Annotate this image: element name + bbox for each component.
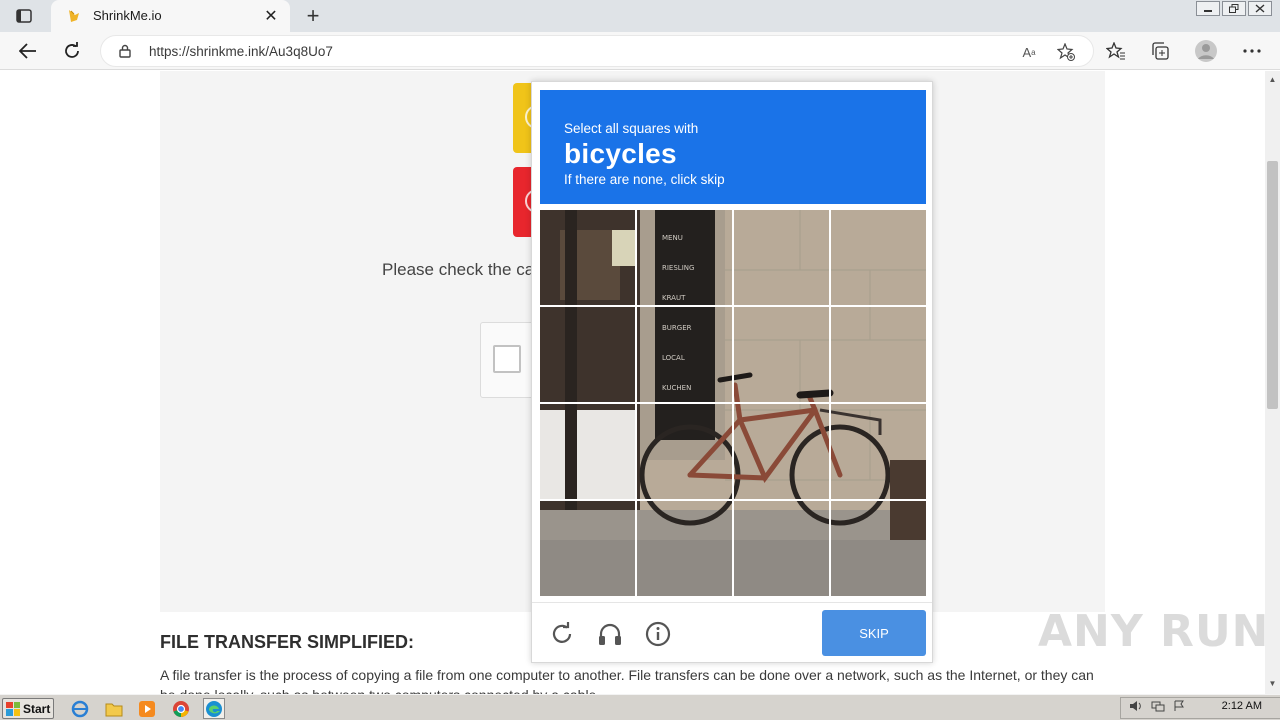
ad-button-red[interactable] (513, 167, 549, 237)
grid-tile[interactable] (734, 501, 829, 596)
page-scrollbar[interactable]: ▲ ▼ (1265, 71, 1280, 694)
captcha-challenge: Select all squares with bicycles If ther… (531, 81, 933, 663)
lock-icon[interactable] (118, 44, 132, 58)
network-icon[interactable] (1151, 699, 1165, 717)
tile-image (540, 501, 635, 596)
section-heading: FILE TRANSFER SIMPLIFIED: (160, 632, 414, 652)
grid-tile[interactable] (540, 501, 635, 596)
browser-toolbar: https://shrinkme.ink/Au3q8Uo7 Aa (0, 32, 1280, 70)
minimize-icon[interactable] (1196, 1, 1220, 16)
new-tab-button[interactable]: + (300, 3, 326, 28)
start-label: Start (23, 701, 51, 716)
volume-icon[interactable] (1129, 699, 1143, 717)
grid-tile[interactable] (734, 307, 829, 402)
grid-tile[interactable] (637, 210, 732, 305)
tile-image (637, 210, 732, 305)
tile-image (637, 307, 732, 402)
taskbar: Start 2:12 AM (0, 694, 1280, 720)
tile-image (637, 404, 732, 499)
info-icon[interactable] (643, 619, 673, 649)
tile-image (734, 404, 829, 499)
clock: 2:12 AM (1221, 700, 1262, 712)
grid-tile[interactable] (831, 210, 926, 305)
prompt-hint: If there are none, click skip (564, 172, 725, 187)
grid-tile[interactable] (637, 501, 732, 596)
grid-tile[interactable] (734, 404, 829, 499)
tile-image (540, 210, 635, 305)
edge-icon[interactable] (203, 698, 225, 719)
captcha-widget (480, 322, 535, 398)
folder-icon[interactable] (103, 698, 125, 719)
grid-tile[interactable] (637, 404, 732, 499)
url-text[interactable]: https://shrinkme.ink/Au3q8Uo7 (149, 44, 333, 59)
collections-icon[interactable] (1145, 36, 1175, 66)
audio-challenge-icon[interactable] (595, 619, 625, 649)
start-button[interactable]: Start (2, 698, 54, 719)
grid-tile[interactable] (831, 501, 926, 596)
grid-tile[interactable] (540, 307, 635, 402)
windows-flag-icon (6, 701, 20, 716)
favicon-icon (69, 10, 79, 22)
image-grid (540, 210, 926, 596)
grid-tile[interactable] (637, 307, 732, 402)
tile-image (540, 404, 635, 499)
ie-icon[interactable] (69, 698, 91, 719)
grid-tile[interactable] (831, 404, 926, 499)
tab-title: ShrinkMe.io (93, 8, 162, 23)
more-icon[interactable] (1237, 36, 1267, 66)
anyrun-watermark: ANY RUN (1038, 606, 1270, 657)
captcha-checkbox[interactable] (493, 345, 521, 373)
back-icon[interactable] (13, 36, 43, 66)
media-icon[interactable] (136, 698, 158, 719)
window-controls (1196, 1, 1272, 16)
profile-icon[interactable] (1191, 36, 1221, 66)
tile-image (734, 501, 829, 596)
grid-tile[interactable] (540, 404, 635, 499)
captcha-instruction: Please check the ca (382, 260, 532, 279)
grid-tile[interactable] (734, 210, 829, 305)
add-favorite-icon[interactable] (1056, 42, 1076, 62)
tile-image (831, 307, 926, 402)
challenge-prompt: Select all squares with bicycles If ther… (540, 90, 926, 204)
tile-image (831, 501, 926, 596)
tile-image (831, 404, 926, 499)
close-window-icon[interactable] (1248, 1, 1272, 16)
prompt-target: bicycles (564, 138, 677, 169)
tile-image (637, 501, 732, 596)
scroll-thumb[interactable] (1267, 161, 1278, 409)
scroll-up-icon[interactable]: ▲ (1268, 75, 1277, 84)
tile-image (831, 210, 926, 305)
tile-image (734, 210, 829, 305)
action-center-icon[interactable] (1173, 699, 1185, 717)
ad-button-yellow[interactable] (513, 83, 549, 153)
scroll-down-icon[interactable]: ▼ (1268, 679, 1277, 688)
reload-challenge-icon[interactable] (547, 619, 577, 649)
browser-tab[interactable]: ShrinkMe.io ✕ (51, 0, 290, 32)
read-aloud-icon[interactable]: Aa (1019, 42, 1039, 62)
prompt-instruction: Select all squares with (564, 121, 699, 136)
tile-image (540, 307, 635, 402)
grid-tile[interactable] (831, 307, 926, 402)
tab-bar: ShrinkMe.io ✕ + (0, 0, 1280, 32)
favorites-icon[interactable] (1101, 36, 1131, 66)
skip-button[interactable]: SKIP (822, 610, 926, 656)
refresh-icon[interactable] (57, 36, 87, 66)
footer-divider (532, 602, 932, 603)
grid-tile[interactable] (540, 210, 635, 305)
tab-actions-icon[interactable] (10, 6, 38, 26)
address-bar[interactable]: https://shrinkme.ink/Au3q8Uo7 Aa (100, 35, 1094, 67)
close-tab-icon[interactable]: ✕ (261, 6, 281, 26)
chrome-icon[interactable] (170, 698, 192, 719)
tile-image (734, 307, 829, 402)
section-body: A file transfer is the process of copyin… (160, 667, 1094, 694)
restore-icon[interactable] (1222, 1, 1246, 16)
